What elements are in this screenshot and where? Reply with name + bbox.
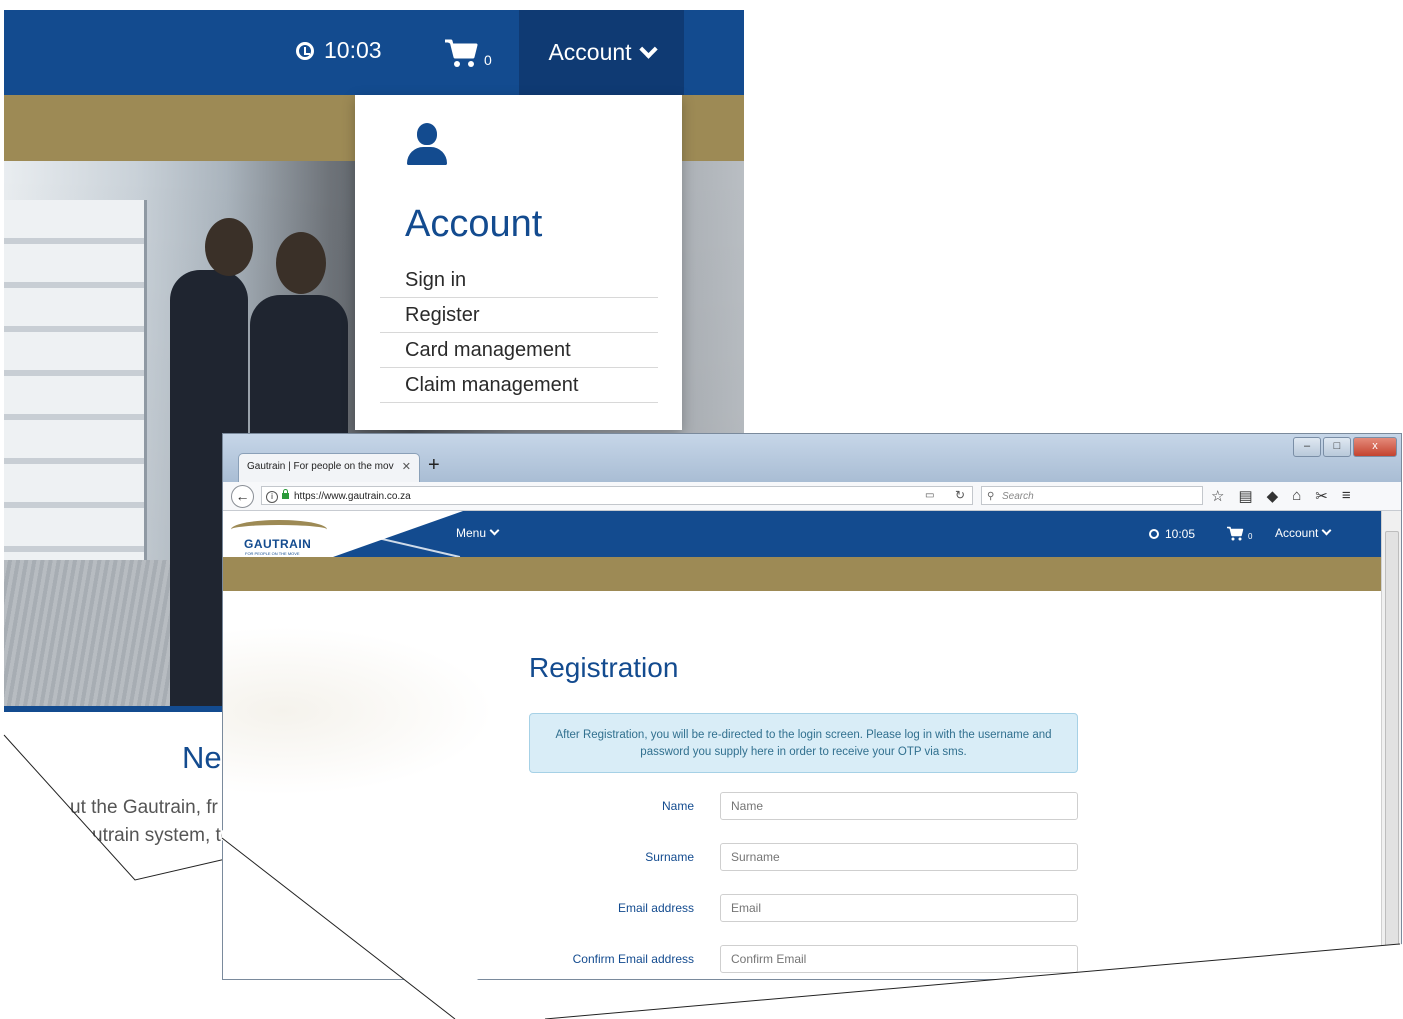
scrollbar-thumb[interactable] (1385, 531, 1399, 953)
confirm-email-input[interactable] (720, 945, 1078, 973)
menu-item-card-management[interactable]: Card management (380, 333, 658, 368)
businessman-head-2 (276, 232, 326, 294)
name-label: Name (661, 799, 694, 813)
menu-dropdown-button[interactable]: Menu (456, 525, 500, 540)
home-icon[interactable]: ⌂ (1292, 487, 1301, 505)
surname-input[interactable] (720, 843, 1078, 871)
chevron-down-icon (489, 525, 500, 536)
bookmark-star-icon[interactable]: ☆ (1211, 487, 1224, 505)
info-alert: After Registration, you will be re-direc… (529, 713, 1078, 773)
vertical-scrollbar[interactable] (1381, 511, 1401, 979)
dropdown-menu-list: Sign in Register Card management Claim m… (380, 263, 658, 403)
menu-item-sign-in[interactable]: Sign in (380, 263, 658, 298)
form-row-email: Email address (529, 894, 1078, 924)
account-dropdown: Account Sign in Register Card management… (355, 95, 682, 430)
pocket-icon[interactable]: ◆ (1267, 487, 1279, 505)
dropdown-title: Account (405, 203, 543, 245)
search-placeholder: Search (1002, 491, 1034, 502)
businessman-head (205, 218, 253, 276)
back-time-text: 10:03 (324, 37, 382, 63)
site-account-button[interactable]: Account (1275, 525, 1332, 540)
logo-tagline: FOR PEOPLE ON THE MOVE (245, 551, 300, 556)
site-time-text: 10:05 (1165, 527, 1196, 541)
back-cart-count: 0 (484, 52, 492, 68)
clock-icon (1149, 529, 1159, 539)
surname-label: Surname (645, 850, 694, 864)
news-heading-partial: Ne (182, 740, 222, 775)
logo-text: GAUTRAIN (244, 537, 312, 551)
cart-icon (1227, 526, 1244, 541)
site-gold-band (223, 557, 1381, 591)
tab-title: Gautrain | For people on the mov (247, 461, 394, 472)
toolbar-icons: ☆ ▤ ◆ ⌂ ✂ ≡ (1211, 487, 1351, 505)
name-input[interactable] (720, 792, 1078, 820)
cart-icon (445, 39, 478, 67)
form-row-name: Name (529, 792, 1078, 822)
news-text-line-2: utrain system, to (92, 825, 232, 846)
news-text-line-1: ut the Gautrain, fr (70, 797, 218, 818)
page-title: Registration (529, 652, 679, 683)
reload-icon[interactable]: ↻ (955, 488, 965, 502)
site-account-label: Account (1275, 526, 1319, 540)
chevron-down-icon (638, 40, 658, 59)
info-icon[interactable]: i (266, 491, 278, 503)
lock-icon (282, 489, 289, 499)
confirm-email-label: Confirm Email address (572, 952, 694, 966)
user-icon (407, 123, 447, 169)
close-window-button[interactable]: x (1353, 437, 1397, 457)
menu-item-claim-management[interactable]: Claim management (380, 368, 658, 403)
hamburger-menu-icon[interactable]: ≡ (1342, 487, 1351, 505)
search-input[interactable]: ⚲ Search (981, 486, 1203, 505)
back-arrow-icon[interactable]: ← (231, 485, 254, 508)
reader-view-icon[interactable]: ▭ (925, 490, 934, 501)
close-tab-icon[interactable]: ✕ (402, 454, 411, 480)
menu-item-register[interactable]: Register (380, 298, 658, 333)
navigation-toolbar: ← i https://www.gautrain.co.za ▭ ↻ ⚲ Sear… (223, 482, 1401, 511)
new-tab-icon[interactable]: + (428, 454, 440, 477)
screenshot-icon[interactable]: ✂ (1315, 487, 1328, 505)
back-account-label: Account (548, 39, 632, 65)
menu-label: Menu (456, 526, 487, 540)
site-time: 10:05 (1149, 527, 1195, 541)
chevron-down-icon (1321, 525, 1332, 536)
form-row-surname: Surname (529, 843, 1078, 873)
back-account-menu-button[interactable]: Account (519, 10, 684, 95)
bookmarks-library-icon[interactable]: ▤ (1238, 487, 1252, 505)
email-label: Email address (617, 901, 694, 915)
tab-gautrain[interactable]: Gautrain | For people on the mov ✕ (238, 453, 420, 482)
site-cart[interactable]: 0 (1226, 526, 1252, 541)
maximize-button[interactable]: □ (1323, 437, 1351, 457)
minimize-button[interactable]: – (1293, 437, 1321, 457)
browser-window: Gautrain | For people on the mov ✕ + – □… (222, 433, 1402, 980)
nav-wedge-decoration (333, 511, 463, 557)
back-cart[interactable]: 0 (444, 38, 492, 68)
email-input[interactable] (720, 894, 1078, 922)
clock-icon (296, 41, 314, 60)
site-cart-count: 0 (1248, 532, 1253, 541)
address-bar[interactable]: i https://www.gautrain.co.za (261, 486, 973, 505)
url-text: https://www.gautrain.co.za (294, 491, 411, 502)
back-nav-time: 10:03 (296, 37, 382, 64)
search-icon: ⚲ (987, 491, 995, 502)
form-row-confirm-email: Confirm Email address (529, 945, 1078, 975)
window-controls: – □ x (1293, 437, 1397, 457)
